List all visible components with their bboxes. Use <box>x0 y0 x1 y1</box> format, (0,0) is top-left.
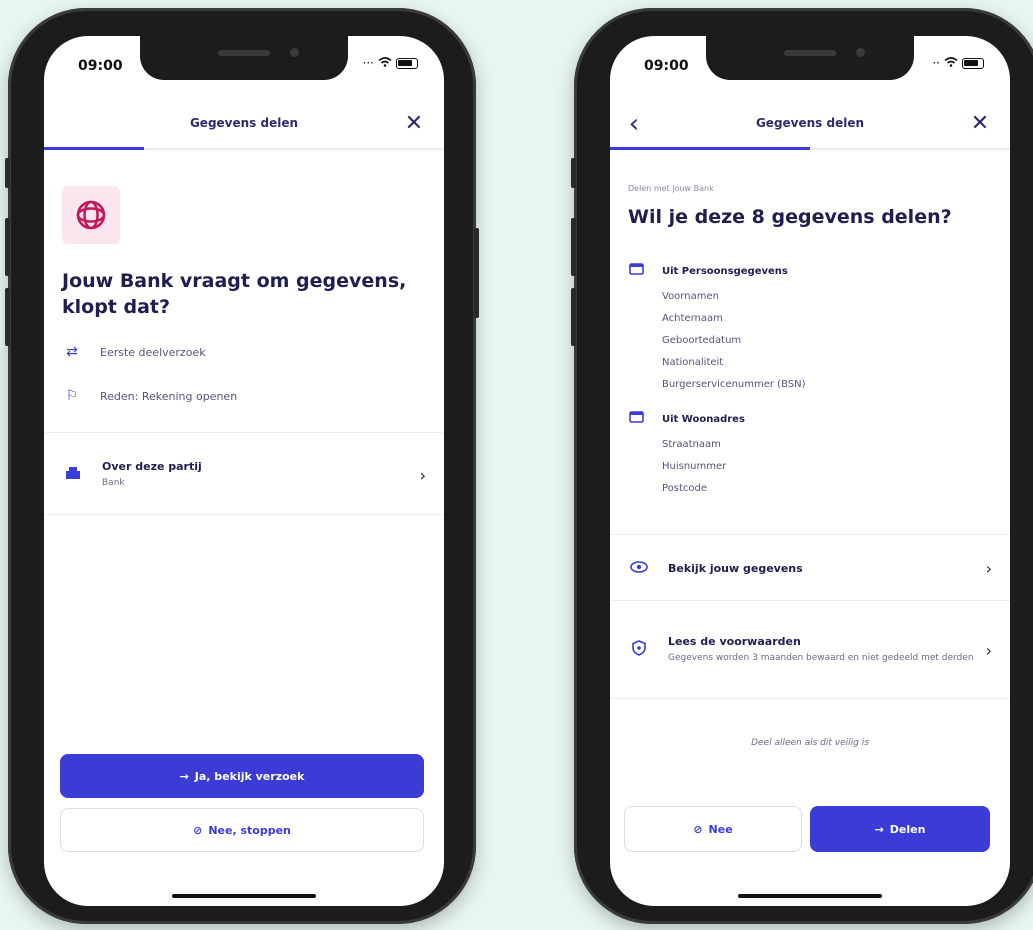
progress-bar <box>44 147 444 150</box>
status-time: 09:00 <box>644 58 689 74</box>
data-item: Geboortedatum <box>662 335 742 346</box>
stop-button[interactable]: ⊘ Nee, stoppen <box>60 808 424 852</box>
mute-switch <box>5 158 10 188</box>
speaker <box>784 50 836 56</box>
header-title: Gegevens delen <box>189 116 299 130</box>
cancel-circle-icon: ⊘ <box>693 822 703 836</box>
battery-icon <box>962 57 984 69</box>
view-data-row[interactable]: Bekijk jouw gegevens › <box>610 536 1010 600</box>
signal-icon: ·· <box>932 56 940 70</box>
page-title: Wil je deze 8 gegevens delen? <box>628 206 952 228</box>
volume-up-button <box>571 218 576 276</box>
progress-bar <box>610 147 1010 150</box>
data-item: Burgerservicenummer (BSN) <box>662 379 806 390</box>
data-item: Postcode <box>662 483 708 494</box>
id-card-icon <box>628 263 644 279</box>
bank-logo-icon <box>76 200 106 230</box>
home-indicator <box>172 894 316 898</box>
divider <box>44 514 444 515</box>
share-button[interactable]: → Delen <box>810 806 990 852</box>
view-request-label: Ja, bekijk verzoek <box>194 769 305 783</box>
arrow-right-icon: → <box>179 769 189 783</box>
info-text: Reden: Rekening openen <box>100 389 238 403</box>
volume-down-button <box>571 288 576 346</box>
status-time: 09:00 <box>78 58 123 74</box>
screen-request: 09:00 ··· Gegevens delen ✕ Jouw Bank vra… <box>44 36 444 906</box>
about-party-row[interactable]: Over deze partij Bank › <box>44 436 444 514</box>
section-title: Uit Persoonsgegevens <box>662 265 788 277</box>
terms-subtitle: Gegevens worden 3 maanden bewaard en nie… <box>668 653 974 663</box>
chevron-right-icon: › <box>419 465 426 485</box>
progress-fill <box>44 147 144 150</box>
bank-logo <box>62 186 120 244</box>
speaker <box>218 50 270 56</box>
camera <box>290 48 299 57</box>
volume-down-button <box>5 288 10 346</box>
divider <box>610 698 1010 699</box>
view-data-title: Bekijk jouw gegevens <box>668 561 803 575</box>
mute-switch <box>571 158 576 188</box>
screen-share: 09:00 ·· ‹ Gegevens delen ✕ Delen met Jo… <box>610 36 1010 906</box>
arrows-icon: ⇄ <box>66 344 78 360</box>
signal-icon: ··· <box>362 56 374 70</box>
cancel-circle-icon: ⊘ <box>193 823 203 837</box>
share-label: Delen <box>889 822 926 836</box>
close-icon[interactable]: ✕ <box>966 110 994 138</box>
header-title: Gegevens delen <box>755 116 865 130</box>
status-icons: ··· <box>363 56 418 70</box>
section-personal-data: Uit Persoonsgegevens Voornamen Achternaa… <box>628 262 988 396</box>
phone-right: 09:00 ·· ‹ Gegevens delen ✕ Delen met Jo… <box>571 8 1033 924</box>
chevron-right-icon: › <box>985 640 992 660</box>
building-icon <box>62 466 84 484</box>
notch <box>140 36 348 80</box>
home-indicator <box>738 894 882 898</box>
data-item: Huisnummer <box>662 461 727 472</box>
camera <box>856 48 865 57</box>
about-party-title: Over deze partij <box>102 460 202 473</box>
page-title: Jouw Bank vraagt om gegevens, klopt dat? <box>62 270 407 318</box>
view-request-button[interactable]: → Ja, bekijk verzoek <box>60 754 424 798</box>
divider <box>610 600 1010 601</box>
notch <box>706 36 914 80</box>
safety-note: Deel alleen als dit veilig is <box>751 738 869 748</box>
chevron-right-icon: › <box>985 558 992 578</box>
header: Gegevens delen ✕ <box>44 102 444 146</box>
eye-icon <box>628 559 650 577</box>
terms-title: Lees de voorwaarden <box>668 635 801 648</box>
status-icons: ·· <box>932 56 984 70</box>
no-button[interactable]: ⊘ Nee <box>624 806 802 852</box>
wifi-icon <box>944 56 958 70</box>
id-card-icon <box>628 411 644 427</box>
divider <box>44 432 444 433</box>
flag-icon: ⚐ <box>65 388 79 404</box>
data-item: Voornamen <box>662 291 719 302</box>
info-row-reason: ⚐ Reden: Rekening openen <box>62 388 237 404</box>
close-icon[interactable]: ✕ <box>400 110 428 138</box>
section-title: Uit Woonadres <box>662 413 745 425</box>
shield-icon <box>628 640 650 660</box>
divider <box>610 534 1010 535</box>
header: ‹ Gegevens delen ✕ <box>610 102 1010 146</box>
about-party-subtitle: Bank <box>102 478 125 488</box>
battery-icon <box>396 57 418 69</box>
stop-label: Nee, stoppen <box>208 823 291 837</box>
wifi-icon <box>378 56 392 70</box>
arrow-right-icon: → <box>874 822 884 836</box>
info-text: Eerste deelverzoek <box>100 345 206 359</box>
no-label: Nee <box>708 822 733 836</box>
info-row-first-request: ⇄ Eerste deelverzoek <box>62 344 206 360</box>
power-button <box>474 228 479 318</box>
volume-up-button <box>5 218 10 276</box>
phone-left: 09:00 ··· Gegevens delen ✕ Jouw Bank vra… <box>5 8 479 924</box>
terms-row[interactable]: Lees de voorwaarden Gegevens worden 3 ma… <box>610 602 1010 698</box>
data-item: Nationaliteit <box>662 357 724 368</box>
progress-fill <box>610 147 810 150</box>
share-with-label: Delen met Jouw Bank <box>628 184 714 193</box>
data-item: Straatnaam <box>662 439 721 450</box>
data-item: Achternaam <box>662 313 723 324</box>
section-address: Uit Woonadres Straatnaam Huisnummer Post… <box>628 410 988 500</box>
